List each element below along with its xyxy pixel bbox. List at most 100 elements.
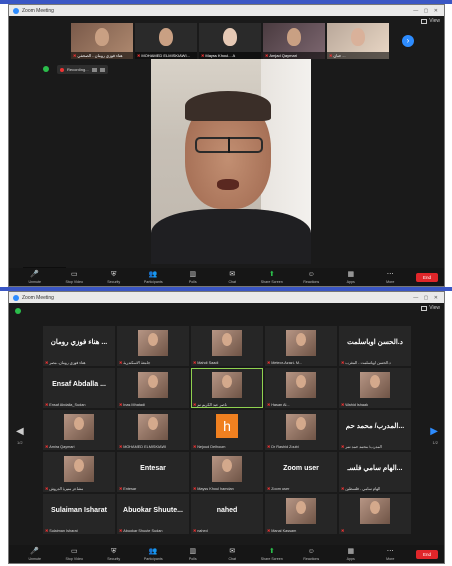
participant-thumbnail[interactable]: ✖MOHAMED ELMISKIAWI... bbox=[135, 23, 197, 59]
participant-name-text: Zoom user bbox=[271, 487, 290, 491]
participant-name: ✖Ensaf Abdalla_Sudan bbox=[43, 401, 115, 408]
apps-button[interactable]: ▦ Apps bbox=[331, 548, 371, 561]
window-controls[interactable]: — ▢ ✕ bbox=[413, 8, 440, 14]
muted-mic-icon: ✖ bbox=[45, 487, 49, 491]
gallery-grid: هناء فوزي رومان ... ✖هناء فوزي رومان- مصر… bbox=[43, 326, 413, 534]
unmute-button[interactable]: 🎤 Unmute bbox=[15, 548, 55, 561]
end-meeting-button[interactable]: End bbox=[416, 549, 438, 559]
participant-tile[interactable]: ✖ bbox=[339, 494, 411, 534]
participant-tile[interactable]: ✖Inas Mhatadi bbox=[117, 368, 189, 408]
security-shield-icon[interactable] bbox=[15, 308, 21, 314]
stop-recording-button[interactable] bbox=[99, 67, 105, 72]
apps-button[interactable]: ▦ Apps bbox=[331, 271, 371, 284]
meeting-toolbar: 🎤 Unmute ▭ Stop Video ⛨ Security 👥 Participa… bbox=[9, 268, 444, 286]
participant-tile[interactable]: ✖جامعة الاسكندرية bbox=[117, 326, 189, 366]
next-page-arrow-icon[interactable]: › bbox=[402, 35, 414, 47]
share-screen-button[interactable]: ⬆ Share Screen bbox=[252, 271, 292, 284]
muted-mic-icon: ✖ bbox=[45, 445, 49, 449]
security-shield-icon[interactable] bbox=[43, 66, 49, 72]
unmute-button[interactable]: 🎤 Unmute bbox=[15, 271, 55, 284]
participant-tile[interactable]: ✖Mahdi Saadi bbox=[191, 326, 263, 366]
participant-thumbnail[interactable]: ✖هناء فوزي رومان - الصحفي bbox=[71, 23, 133, 59]
reactions-button[interactable]: ☺ Reactions bbox=[292, 548, 332, 561]
participant-tile[interactable]: هناء فوزي رومان ... ✖هناء فوزي رومان- مصر bbox=[43, 326, 115, 366]
toolbar-label: Participants bbox=[143, 556, 163, 561]
participant-tile[interactable]: ✖Meteor-Azazi- M... bbox=[265, 326, 337, 366]
participant-tile[interactable]: الهام سامي فلسـ... ✖الهام سامي - فلسطين bbox=[339, 452, 411, 492]
participant-name: ✖هناء فوزي رومان- مصر bbox=[43, 359, 115, 366]
participant-name-text: Amira Qaymari bbox=[49, 445, 75, 449]
participant-tile[interactable]: ✖Hasan Al... bbox=[265, 368, 337, 408]
participant-name: ✖Dr Rashid Zoubi bbox=[265, 443, 337, 450]
toolbar-label: Share Screen bbox=[260, 279, 283, 284]
chat-button[interactable]: ✉ Chat bbox=[213, 548, 253, 561]
next-page-arrow-icon[interactable]: ▶ bbox=[430, 426, 438, 437]
participant-name: ✖Amjad Qaymari bbox=[263, 52, 325, 59]
participant-thumbnail[interactable]: ✖حنان ... bbox=[327, 23, 389, 59]
toolbar-label: Polls bbox=[188, 279, 197, 284]
participant-video bbox=[286, 414, 316, 440]
view-button[interactable]: View bbox=[421, 305, 440, 311]
toolbar-label: Reactions bbox=[303, 556, 320, 561]
reactions-button[interactable]: ☺ Reactions bbox=[292, 271, 332, 284]
more-button[interactable]: ⋯ More bbox=[371, 271, 411, 284]
participant-thumbnail[interactable]: ✖Amjad Qaymari bbox=[263, 23, 325, 59]
participant-tile[interactable]: ✖مشاعر منيرة الدروش bbox=[43, 452, 115, 492]
participant-tile[interactable]: ✖Dr Rashid Zoubi bbox=[265, 410, 337, 450]
participant-name-text: المدرب/ محمد حمد تمر bbox=[345, 445, 382, 449]
participant-name-text: MOHAMED ELMISKIAWI... bbox=[141, 53, 190, 58]
participant-face bbox=[370, 501, 380, 514]
participants-button[interactable]: 👥 Participants bbox=[134, 548, 174, 561]
participant-face bbox=[222, 333, 232, 346]
participant-tile[interactable]: nahed ✖nahed bbox=[191, 494, 263, 534]
security-button[interactable]: ⛨ Security bbox=[94, 548, 134, 561]
participant-tile[interactable]: ✖ناصر عبد الكريم تم bbox=[191, 368, 263, 408]
pause-recording-button[interactable] bbox=[91, 67, 97, 72]
muted-mic-icon: ✖ bbox=[341, 487, 345, 491]
view-button[interactable]: View bbox=[421, 18, 440, 24]
participants-button[interactable]: 👥 Participants bbox=[134, 271, 174, 284]
polls-button[interactable]: ▥ Polls bbox=[173, 271, 213, 284]
participant-tile[interactable]: Zoom user ✖Zoom user bbox=[265, 452, 337, 492]
more-icon: ⋯ bbox=[386, 270, 394, 278]
participant-tile[interactable]: h ✖Nejoud Delhoum bbox=[191, 410, 263, 450]
participant-tile[interactable]: Ensaf Abdalla ... ✖Ensaf Abdalla_Sudan bbox=[43, 368, 115, 408]
participant-tile[interactable]: Entesar ✖Entesar bbox=[117, 452, 189, 492]
previous-page-arrow-icon[interactable]: ◀ bbox=[16, 426, 24, 437]
participant-tile[interactable]: د.الحسن اوباسلمت ✖د.الحسن اوباسلمت - المغ… bbox=[339, 326, 411, 366]
stop-video-button[interactable]: ▭ Stop Video bbox=[55, 548, 95, 561]
participant-name-text: Hasan Al... bbox=[271, 403, 290, 407]
title-bar: Zoom Meeting — ▢ ✕ bbox=[9, 5, 444, 16]
chat-button[interactable]: ✉ Chat bbox=[213, 271, 253, 284]
participant-tile[interactable]: ✖MOHAMED ELMISKIAWI bbox=[117, 410, 189, 450]
end-meeting-button[interactable]: End bbox=[416, 272, 438, 282]
participant-name: ✖د.الحسن اوباسلمت - المغرب bbox=[339, 359, 411, 366]
polls-icon: ▥ bbox=[189, 547, 197, 555]
participant-tile[interactable]: Sulaiman Isharat ✖Sulaiman Isharat bbox=[43, 494, 115, 534]
reactions-icon: ☺ bbox=[307, 547, 315, 555]
share-screen-button[interactable]: ⬆ Share Screen bbox=[252, 548, 292, 561]
participant-tile[interactable]: Abuokar Shuute... ✖Abuokar Shuute Sudan bbox=[117, 494, 189, 534]
participant-display-name: Abuokar Shuute... bbox=[123, 506, 183, 514]
muted-mic-icon: ✖ bbox=[201, 53, 205, 58]
muted-mic-icon: ✖ bbox=[193, 529, 197, 533]
more-button[interactable]: ⋯ More bbox=[371, 548, 411, 561]
participant-name: ✖Abuokar Shuute Sudan bbox=[117, 527, 189, 534]
participant-display-name: Ensaf Abdalla ... bbox=[52, 380, 106, 388]
toolbar-label: Apps bbox=[346, 279, 355, 284]
window-controls[interactable]: — ▢ ✕ bbox=[413, 295, 440, 301]
participant-name-text: Nejoud Delhoum bbox=[197, 445, 226, 449]
participant-name: ✖مشاعر منيرة الدروش bbox=[43, 485, 115, 492]
participant-tile[interactable]: المدرب/ محمد حم... ✖المدرب/ محمد حمد تمر bbox=[339, 410, 411, 450]
stop-video-button[interactable]: ▭ Stop Video bbox=[55, 271, 95, 284]
participant-name: ✖Hasan Al... bbox=[265, 401, 337, 408]
polls-button[interactable]: ▥ Polls bbox=[173, 548, 213, 561]
security-button[interactable]: ⛨ Security bbox=[94, 271, 134, 284]
participant-tile[interactable]: ✖Amira Qaymari bbox=[43, 410, 115, 450]
muted-mic-icon: ✖ bbox=[137, 53, 141, 58]
participant-face bbox=[296, 417, 306, 430]
participant-tile[interactable]: ✖Mayss Khoul hamdan bbox=[191, 452, 263, 492]
participant-tile[interactable]: ✖Wahid Ishaak bbox=[339, 368, 411, 408]
participant-tile[interactable]: ✖Manal Kassam bbox=[265, 494, 337, 534]
participant-thumbnail[interactable]: ✖Mayss Khoul... A bbox=[199, 23, 261, 59]
